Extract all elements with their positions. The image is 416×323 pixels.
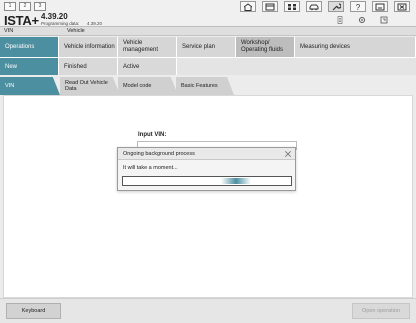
window-icon	[265, 3, 275, 10]
breadcrumb-left: VIN	[4, 28, 14, 34]
minimize-button[interactable]	[372, 1, 388, 12]
tiles-button[interactable]	[284, 1, 300, 12]
minimize-icon	[375, 3, 385, 10]
svg-text:?: ?	[356, 3, 361, 11]
background-process-dialog: Ongoing background process It will take …	[117, 147, 296, 191]
tab-model-code[interactable]: Model code	[118, 77, 178, 95]
expand-icon	[380, 16, 388, 23]
sub-navigation: New Finished Active	[0, 57, 416, 75]
identification-tabs: VIN Read Out Vehicle Data Model code Bas…	[0, 75, 416, 95]
progress-bar	[122, 176, 292, 186]
session-3-button[interactable]: 3	[34, 2, 46, 11]
dialog-close-button[interactable]	[283, 149, 292, 158]
tab-active[interactable]: Active	[118, 58, 177, 75]
wrench-icon	[332, 2, 341, 10]
tab-operations[interactable]: Operations	[0, 37, 59, 57]
tab-vehicle-management[interactable]: Vehicle management	[118, 37, 177, 57]
workshop-button[interactable]	[328, 1, 344, 12]
close-app-button[interactable]	[394, 1, 410, 12]
tab-vehicle-information[interactable]: Vehicle information	[59, 37, 118, 57]
input-vin-label: Input VIN:	[138, 132, 167, 138]
expand-button[interactable]	[376, 14, 392, 25]
close-icon	[397, 3, 407, 10]
tab-vin[interactable]: VIN	[0, 77, 60, 95]
breadcrumb: VIN Vehicle	[0, 27, 416, 36]
dialog-title: Ongoing background process	[123, 151, 195, 157]
close-icon	[284, 150, 291, 157]
dialog-message: It will take a moment...	[123, 165, 178, 171]
help-button[interactable]: ?	[350, 1, 366, 12]
tab-finished[interactable]: Finished	[59, 58, 118, 75]
car-icon	[309, 4, 319, 10]
dialog-title-bar: Ongoing background process	[118, 148, 295, 160]
main-navigation: Operations Vehicle information Vehicle m…	[0, 37, 416, 57]
home-icon	[243, 2, 253, 11]
progress-indicator	[221, 178, 251, 184]
window-button[interactable]	[262, 1, 278, 12]
keyboard-button[interactable]: Keyboard	[6, 303, 61, 319]
home-button[interactable]	[240, 1, 256, 12]
content-panel	[3, 95, 413, 298]
session-1-button[interactable]: 1	[4, 2, 16, 11]
title-bar: 1 2 3 ISTA+ 4.39.20 Programming data: 4.…	[0, 0, 416, 28]
app-brand: ISTA+	[4, 13, 39, 28]
tab-basic-features[interactable]: Basic Features	[176, 77, 234, 95]
document-icon	[337, 15, 343, 24]
tiles-icon	[288, 3, 296, 10]
tab-measuring-devices[interactable]: Measuring devices	[295, 37, 416, 57]
tab-new[interactable]: New	[0, 58, 59, 75]
tab-service-plan[interactable]: Service plan	[177, 37, 236, 57]
settings-icon	[359, 16, 365, 23]
session-2-button[interactable]: 2	[19, 2, 31, 11]
help-icon: ?	[356, 3, 361, 11]
breadcrumb-right: Vehicle	[67, 28, 85, 34]
footer-bar: Keyboard Open operation	[0, 298, 416, 323]
vehicle-button[interactable]	[306, 1, 322, 12]
settings-button[interactable]	[354, 14, 370, 25]
document-button[interactable]	[332, 14, 348, 25]
programming-data-label: Programming data:	[41, 21, 80, 26]
tab-workshop-operating-fluids[interactable]: Workshop/ Operating fluids	[236, 37, 295, 57]
programming-data-value: 4.39.20	[87, 21, 103, 26]
tab-read-out-vehicle-data[interactable]: Read Out Vehicle Data	[60, 77, 120, 95]
app-version: 4.39.20	[41, 12, 68, 21]
open-operation-button[interactable]: Open operation	[352, 303, 410, 319]
